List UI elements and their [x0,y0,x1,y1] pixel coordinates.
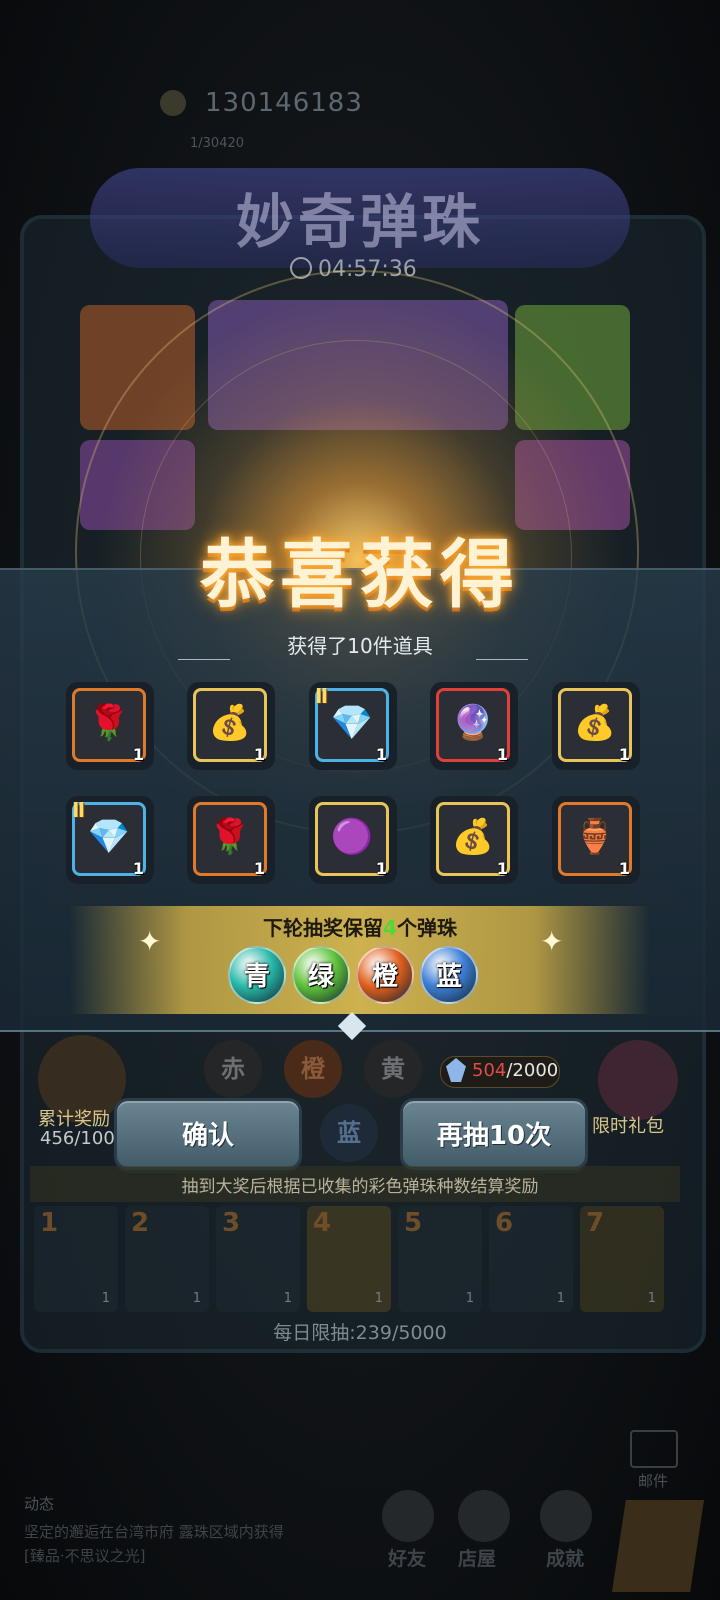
item-count: 1 [375,859,387,878]
prize-index: 5 [404,1208,423,1238]
daily-draw-limit: 每日限抽:239/5000 [273,1322,447,1344]
event-title: 妙奇弹珠 [235,188,484,256]
reward-item[interactable]: 🏺 1 [552,796,640,884]
reward-item[interactable]: 💰 1 [430,796,518,884]
prize-count: 1 [283,1291,292,1306]
friends-icon[interactable] [382,1490,434,1542]
grand-prize-slot[interactable]: 41 [307,1206,391,1312]
prize-count: 1 [374,1291,383,1306]
prize-count: 1 [465,1291,474,1306]
gem-total: /2000 [506,1060,559,1081]
prize-index: 3 [222,1208,241,1238]
item-count: 1 [496,859,508,878]
news-body: 坚定的邂逅在台湾市府 露珠区域内获得[臻品·不思议之光] [24,1523,284,1565]
gift-pack-icon[interactable] [598,1040,678,1120]
next-arrow-button[interactable] [612,1500,704,1592]
prize-count: 1 [556,1291,565,1306]
nav-achievement[interactable]: 成就 [546,1544,584,1571]
kept-marble: 青 [228,946,286,1004]
player-sub-info: 1/30420 [190,136,245,151]
nav-friends[interactable]: 好友 [388,1544,426,1571]
keep-marbles-text: 下轮抽奖保留4个弹珠 [0,912,720,941]
gold-bag-icon: 💰 [573,703,617,743]
prize-count: 1 [192,1291,201,1306]
item-tier: Ⅱ [315,684,329,708]
reward-note: 抽到大奖后根据已收集的彩色弹珠种数结算奖励 [181,1177,539,1197]
item-count: 1 [375,745,387,764]
nav-shop[interactable]: 店屋 [458,1544,496,1571]
kept-marble: 蓝 [420,946,478,1004]
divider-line [178,659,230,660]
grand-prize-slot[interactable]: 21 [125,1206,209,1312]
reward-item[interactable]: 💰 1 [187,682,275,770]
prize-count: 1 [647,1291,656,1306]
shop-icon[interactable] [458,1490,510,1542]
rose-card-icon: 🌹 [87,703,131,743]
kept-marble: 橙 [356,946,414,1004]
grand-prize-slot[interactable]: 11 [34,1206,118,1312]
pink-gem-ball-icon: 💎 [87,817,131,857]
grand-prize-slot[interactable]: 31 [216,1206,300,1312]
marble-red: 赤 [204,1040,262,1098]
reward-item[interactable]: 💎 Ⅱ 1 [309,682,397,770]
item-count: 1 [132,745,144,764]
keep-count: 4 [383,916,397,940]
marble-orange: 橙 [284,1040,342,1098]
gold-bag-icon: 💰 [208,703,252,743]
prize-count: 1 [101,1291,110,1306]
accum-reward-value: 456/100 [40,1128,115,1149]
kept-marble: 绿 [292,946,350,1004]
prize-index: 4 [313,1208,332,1238]
gift-pack-label: 限时礼包 [592,1116,664,1137]
player-rank-icon [160,90,186,116]
six-gen-select-jar-icon: 🏺 [573,817,617,857]
draw-ten-again-button[interactable]: 再抽10次 [400,1098,588,1170]
item-tier: Ⅱ [72,798,86,822]
divider-line [476,659,528,660]
popup-subtitle: 获得了10件道具 [287,634,433,658]
reward-item[interactable]: 🔮 1 [430,682,518,770]
prize-index: 6 [495,1208,514,1238]
rainbow-crest-icon: 🔮 [451,703,495,743]
achievement-icon[interactable] [540,1490,592,1542]
prize-index: 1 [40,1208,59,1238]
grand-prize-slot[interactable]: 71 [580,1206,664,1312]
grand-prize-slot[interactable]: 61 [489,1206,573,1312]
keep-suffix: 个弹珠 [396,916,457,940]
prize-index: 2 [131,1208,150,1238]
item-count: 1 [618,745,630,764]
keep-prefix: 下轮抽奖保留 [263,916,384,940]
pink-gem-ball-icon: 💎 [330,703,374,743]
reward-item[interactable]: 🌹 1 [187,796,275,884]
confirm-button[interactable]: 确认 [114,1098,302,1170]
gold-bag-icon: 💰 [451,817,495,857]
reward-item[interactable]: 🌹 1 [66,682,154,770]
mail-icon[interactable] [630,1430,678,1468]
reward-item[interactable]: 🟣 1 [309,796,397,884]
reward-item[interactable]: 💰 1 [552,682,640,770]
news-title: 动态 [24,1495,55,1513]
gem-current: 504 [472,1060,507,1081]
item-count: 1 [132,859,144,878]
prize-index: 7 [586,1208,605,1238]
item-count: 1 [253,745,265,764]
gem-counter-text: 504/2000 [472,1060,558,1081]
mail-label: 邮件 [638,1472,669,1490]
popup-title: 恭喜获得 [200,532,520,618]
rose-card-icon: 🌹 [208,817,252,857]
marble-blue: 蓝 [320,1104,378,1162]
item-count: 1 [253,859,265,878]
purple-orb-icon: 🟣 [330,817,374,857]
item-count: 1 [496,745,508,764]
grand-prize-slot[interactable]: 51 [398,1206,482,1312]
player-id: 130146183 [205,88,363,118]
marble-yellow: 黄 [364,1040,422,1098]
item-count: 1 [618,859,630,878]
reward-item[interactable]: 💎 Ⅱ 1 [66,796,154,884]
